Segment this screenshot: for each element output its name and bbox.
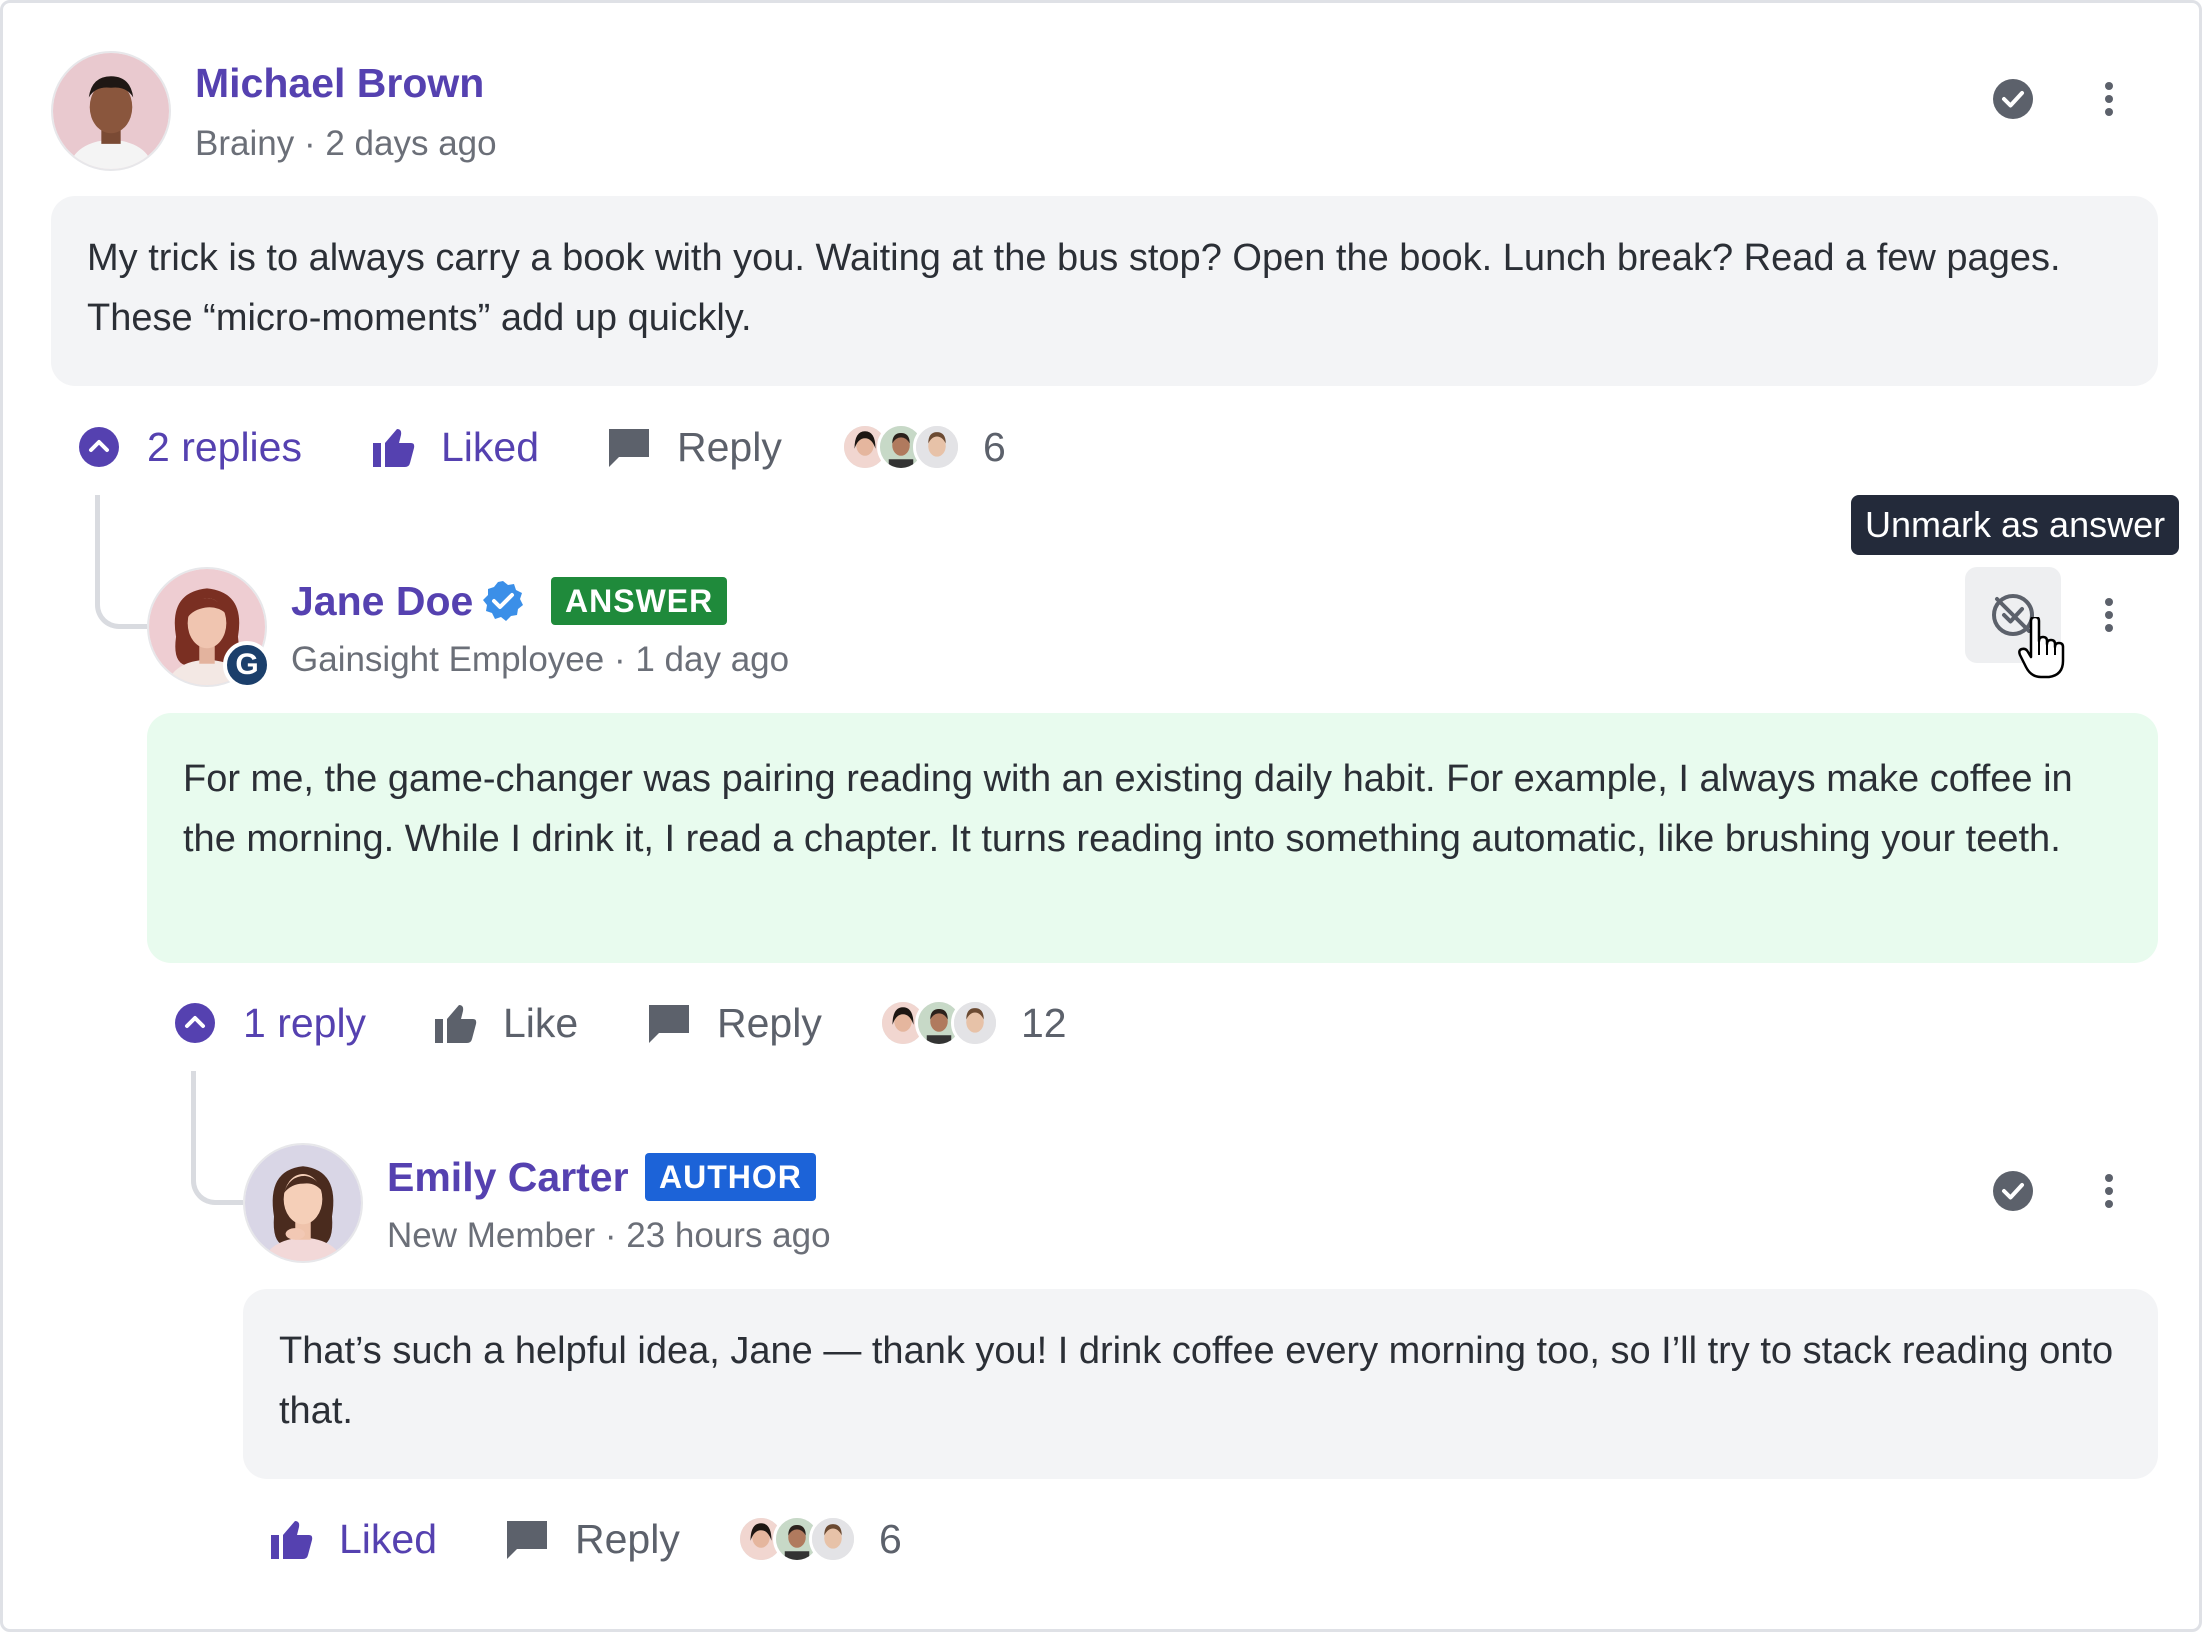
replies-label: 1 reply (243, 999, 367, 1046)
reactions-facepile[interactable]: 6 (841, 417, 1006, 477)
thread-connector (95, 495, 147, 629)
meta-separator: · (613, 640, 626, 679)
author-meta: New Member · 23 hours ago (387, 1215, 831, 1257)
like-button[interactable]: Liked (369, 417, 539, 477)
comment-body: That’s such a helpful idea, Jane — thank… (243, 1289, 2158, 1479)
reactor-avatar (913, 423, 961, 471)
author-role: Gainsight Employee (291, 640, 605, 679)
like-button[interactable]: Liked (267, 1509, 437, 1569)
verified-icon (483, 581, 523, 621)
gainsight-badge: G (223, 641, 271, 689)
comment-thread-card: Michael Brown Brainy · 2 days ago My tri… (0, 0, 2202, 1632)
thumbs-up-icon (435, 1005, 477, 1043)
chevron-up-icon (175, 1003, 215, 1043)
comment-icon (507, 1521, 547, 1559)
chevron-up-icon (79, 427, 119, 467)
author-name[interactable]: Emily Carter (387, 1153, 629, 1201)
toggle-replies-button[interactable]: 1 reply (171, 993, 366, 1053)
more-vertical-icon (2105, 1174, 2113, 1208)
timestamp: 23 hours ago (626, 1216, 831, 1255)
like-label: Liked (339, 1515, 438, 1562)
reactor-avatar (951, 999, 999, 1047)
author-meta: Gainsight Employee · 1 day ago (291, 639, 789, 681)
meta-separator: · (303, 124, 316, 163)
author-role: New Member (387, 1216, 596, 1255)
comment-body: For me, the game-changer was pairing rea… (147, 713, 2158, 963)
like-label: Like (503, 999, 579, 1046)
author-meta: Brainy · 2 days ago (195, 123, 497, 165)
author-name[interactable]: Michael Brown (195, 59, 484, 107)
thumbs-up-icon (271, 1521, 313, 1559)
reaction-count: 6 (983, 423, 1006, 470)
author-name[interactable]: Jane Doe (291, 577, 473, 625)
reaction-count: 12 (1021, 999, 1067, 1046)
more-options-button[interactable] (2079, 1161, 2139, 1221)
like-button[interactable]: Like (431, 993, 578, 1053)
answer-badge: ANSWER (551, 577, 728, 625)
mark-answer-button[interactable] (1983, 69, 2043, 129)
check-circle-icon (1993, 1171, 2033, 1211)
author-role: Brainy (195, 124, 295, 163)
thumbs-up-icon (373, 429, 415, 467)
author-badge: AUTHOR (645, 1153, 816, 1201)
replies-label: 2 replies (147, 423, 302, 470)
comment-icon (649, 1005, 689, 1043)
thread-connector (191, 1071, 243, 1205)
comment-body: My trick is to always carry a book with … (51, 196, 2158, 386)
avatar[interactable] (51, 51, 171, 171)
reply-button[interactable]: Reply (503, 1509, 680, 1569)
timestamp: 2 days ago (325, 124, 497, 163)
toggle-replies-button[interactable]: 2 replies (75, 417, 302, 477)
check-circle-icon (1993, 79, 2033, 119)
timestamp: 1 day ago (635, 640, 790, 679)
more-vertical-icon (2105, 82, 2113, 116)
more-options-button[interactable] (2079, 585, 2139, 645)
comment-icon (609, 429, 649, 467)
more-options-button[interactable] (2079, 69, 2139, 129)
reactions-facepile[interactable]: 6 (737, 1509, 902, 1569)
reply-label: Reply (575, 1515, 680, 1562)
meta-separator: · (604, 1216, 617, 1255)
reactions-facepile[interactable]: 12 (879, 993, 1067, 1053)
reply-button[interactable]: Reply (645, 993, 822, 1053)
avatar[interactable] (243, 1143, 363, 1263)
like-label: Liked (441, 423, 540, 470)
reply-button[interactable]: Reply (605, 417, 782, 477)
reactor-avatar (809, 1515, 857, 1563)
reply-label: Reply (677, 423, 782, 470)
more-vertical-icon (2105, 598, 2113, 632)
hand-cursor-icon (2018, 617, 2065, 679)
reply-label: Reply (717, 999, 822, 1046)
tooltip: Unmark as answer (1851, 495, 2180, 555)
mark-answer-button[interactable] (1983, 1161, 2043, 1221)
reaction-count: 6 (879, 1515, 902, 1562)
